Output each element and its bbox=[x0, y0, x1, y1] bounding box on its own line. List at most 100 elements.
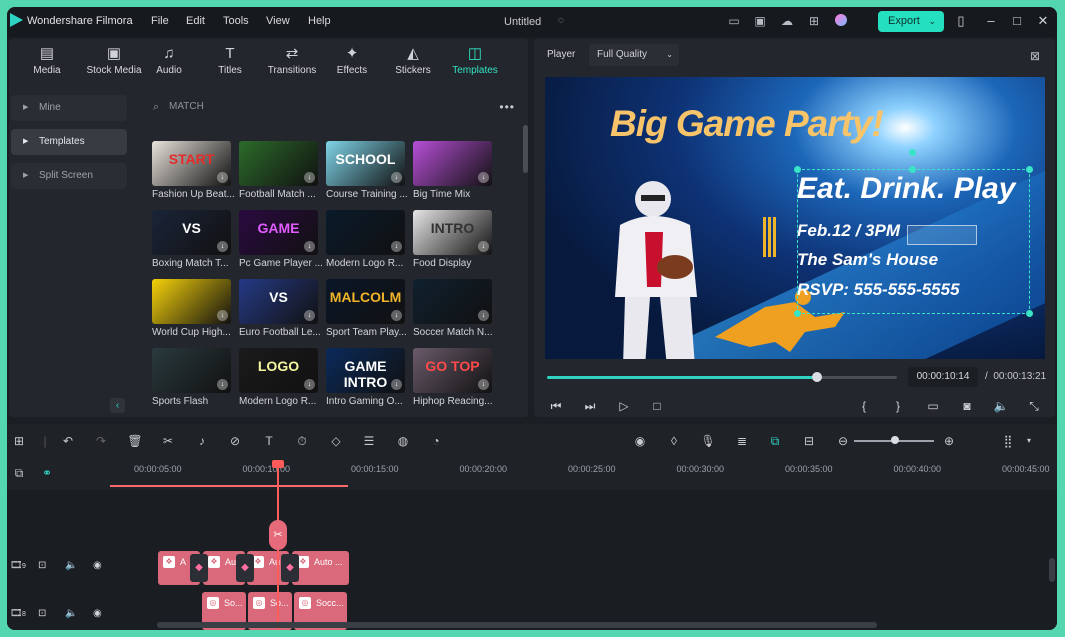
template-tile[interactable]: START ↓ Fashion Up Beat... bbox=[152, 141, 235, 203]
tab-transitions[interactable]: ⇄ Transitions bbox=[262, 43, 322, 83]
timeline-horizontal-scrollbar[interactable] bbox=[157, 622, 877, 628]
export-button[interactable]: Export ⌄ bbox=[878, 11, 944, 32]
template-tile[interactable]: GO TOP ↓ Hiphop Reacing... bbox=[413, 348, 493, 410]
mute-icon[interactable]: 🔈 bbox=[65, 608, 77, 619]
download-icon[interactable]: ↓ bbox=[478, 310, 489, 321]
notification-icon[interactable]: ▯ bbox=[953, 13, 969, 29]
template-tile[interactable]: LOGO ↓ Modern Logo R... bbox=[239, 348, 319, 410]
menu-view[interactable]: View bbox=[266, 15, 290, 27]
transition-icon[interactable]: ◆ bbox=[190, 554, 208, 582]
download-icon[interactable]: ↓ bbox=[217, 379, 228, 390]
tab-titles[interactable]: T Titles bbox=[200, 43, 260, 83]
timeline-vertical-scrollbar[interactable] bbox=[1049, 558, 1055, 582]
display-icon[interactable]: ▭ bbox=[925, 398, 941, 414]
menu-tools[interactable]: Tools bbox=[223, 15, 249, 27]
save-icon[interactable]: ▣ bbox=[753, 14, 767, 28]
layout-grid-icon[interactable]: ⊞ bbox=[11, 433, 27, 449]
template-tile[interactable]: INTRO ↓ Food Display bbox=[413, 210, 493, 272]
fullscreen-icon[interactable]: ⤡ bbox=[1026, 398, 1042, 414]
eye-icon[interactable]: ◉ bbox=[93, 560, 102, 571]
lock-icon[interactable]: ⊡ bbox=[38, 608, 46, 619]
template-tile[interactable]: GAME INTRO ↓ Intro Gaming O... bbox=[326, 348, 406, 410]
quality-select[interactable]: Full Quality ⌄ bbox=[589, 44, 679, 66]
sidebar-item-mine[interactable]: ▶ Mine bbox=[11, 95, 127, 121]
previous-frame-icon[interactable]: ⏮ bbox=[548, 398, 564, 414]
download-icon[interactable]: ↓ bbox=[304, 241, 315, 252]
tab-stickers[interactable]: ◭ Stickers bbox=[383, 43, 443, 83]
eye-icon[interactable]: ◉ bbox=[93, 608, 102, 619]
delete-icon[interactable]: 🗑 bbox=[127, 433, 143, 449]
more-options-icon[interactable]: ••• bbox=[499, 95, 515, 119]
download-icon[interactable]: ↓ bbox=[217, 241, 228, 252]
template-tile[interactable]: GAME ↓ Pc Game Player ... bbox=[239, 210, 323, 272]
fit-icon[interactable]: ⊟ bbox=[801, 433, 817, 449]
work-area-range[interactable] bbox=[110, 485, 348, 487]
download-icon[interactable]: ↓ bbox=[391, 310, 402, 321]
playhead-handle[interactable] bbox=[272, 460, 284, 468]
split-scissors-icon[interactable]: ✂ bbox=[269, 520, 287, 550]
template-tile[interactable]: VS ↓ Boxing Match T... bbox=[152, 210, 232, 272]
rotate-handle[interactable] bbox=[909, 149, 916, 156]
minimize-icon[interactable]: – bbox=[983, 13, 999, 28]
adjust-icon[interactable]: ☰ bbox=[361, 433, 377, 449]
add-track-icon[interactable]: ⧉ bbox=[11, 465, 27, 481]
template-tile[interactable]: ↓ Big Time Mix bbox=[413, 141, 493, 203]
view-options-icon[interactable]: ⣿ bbox=[1000, 433, 1016, 449]
next-frame-icon[interactable]: ⏭ bbox=[582, 398, 598, 414]
mark-in-icon[interactable]: { bbox=[856, 398, 872, 414]
keyframe-icon[interactable]: ◇ bbox=[328, 433, 344, 449]
download-icon[interactable]: ↓ bbox=[304, 310, 315, 321]
render-icon[interactable]: ◉ bbox=[632, 433, 648, 449]
zoom-in-icon[interactable]: ⊕ bbox=[941, 433, 957, 449]
cloud-icon[interactable]: ☁ bbox=[780, 14, 794, 28]
player-tab[interactable]: Player bbox=[547, 49, 575, 60]
template-tile[interactable]: ↓ Sports Flash bbox=[152, 348, 232, 410]
tab-media[interactable]: ▤ Media bbox=[17, 43, 77, 83]
sidebar-item-split-screen[interactable]: ▶ Split Screen bbox=[11, 163, 127, 189]
lock-icon[interactable]: ⊡ bbox=[38, 560, 46, 571]
text-icon[interactable]: T bbox=[261, 433, 277, 449]
mute-icon[interactable]: 🔈 bbox=[65, 560, 77, 571]
marker-icon[interactable]: ◊ bbox=[666, 433, 682, 449]
template-tile[interactable]: VS ↓ Euro Football Le... bbox=[239, 279, 321, 341]
resize-handle[interactable] bbox=[794, 166, 801, 173]
zoom-out-icon[interactable]: ⊖ bbox=[835, 433, 851, 449]
resize-handle[interactable] bbox=[1026, 166, 1033, 173]
tab-audio[interactable]: ♫ Audio bbox=[139, 43, 199, 83]
progress-handle[interactable] bbox=[812, 372, 822, 382]
download-icon[interactable]: ↓ bbox=[478, 241, 489, 252]
download-icon[interactable]: ↓ bbox=[478, 172, 489, 183]
sidebar-item-templates[interactable]: ▶ Templates bbox=[11, 129, 127, 155]
redo-icon[interactable]: ↷ bbox=[93, 433, 109, 449]
microphone-icon[interactable]: 🎙 bbox=[700, 433, 716, 449]
resize-handle[interactable] bbox=[909, 166, 916, 173]
undo-icon[interactable]: ↶ bbox=[60, 433, 76, 449]
tab-effects[interactable]: ✦ Effects bbox=[322, 43, 382, 83]
mark-out-icon[interactable]: } bbox=[890, 398, 906, 414]
transition-icon[interactable]: ◆ bbox=[236, 554, 254, 582]
resize-handle[interactable] bbox=[794, 310, 801, 317]
timer-icon[interactable]: ⏱ bbox=[294, 433, 310, 449]
collapse-sidebar-button[interactable]: ‹ bbox=[110, 398, 125, 413]
download-icon[interactable]: ↓ bbox=[391, 172, 402, 183]
library-scrollbar[interactable] bbox=[523, 125, 528, 173]
link-icon[interactable]: ⚭ bbox=[39, 465, 55, 481]
layout-icon[interactable]: ▭ bbox=[727, 14, 741, 28]
audio-icon[interactable]: ♪ bbox=[194, 433, 210, 449]
stop-icon[interactable]: □ bbox=[649, 398, 665, 414]
menu-edit[interactable]: Edit bbox=[186, 15, 205, 27]
menu-file[interactable]: File bbox=[151, 15, 169, 27]
volume-icon[interactable]: 🔈 bbox=[993, 398, 1009, 414]
download-icon[interactable]: ↓ bbox=[391, 379, 402, 390]
download-icon[interactable]: ↓ bbox=[217, 172, 228, 183]
template-tile[interactable]: MALCOLM ↓ Sport Team Play... bbox=[326, 279, 407, 341]
timeline-clip[interactable]: ❖ Auto ... bbox=[292, 551, 349, 585]
cut-icon[interactable]: ✂ bbox=[160, 433, 176, 449]
transition-icon[interactable]: ◆ bbox=[281, 554, 299, 582]
avatar[interactable] bbox=[834, 14, 848, 28]
speed-icon[interactable]: ◔ bbox=[428, 433, 444, 449]
template-tile[interactable]: ↓ World Cup High... bbox=[152, 279, 232, 341]
snapshot-view-icon[interactable]: ⊠ bbox=[1028, 49, 1042, 63]
text-selection-box[interactable] bbox=[797, 169, 1030, 314]
close-icon[interactable]: ✕ bbox=[1035, 13, 1051, 29]
